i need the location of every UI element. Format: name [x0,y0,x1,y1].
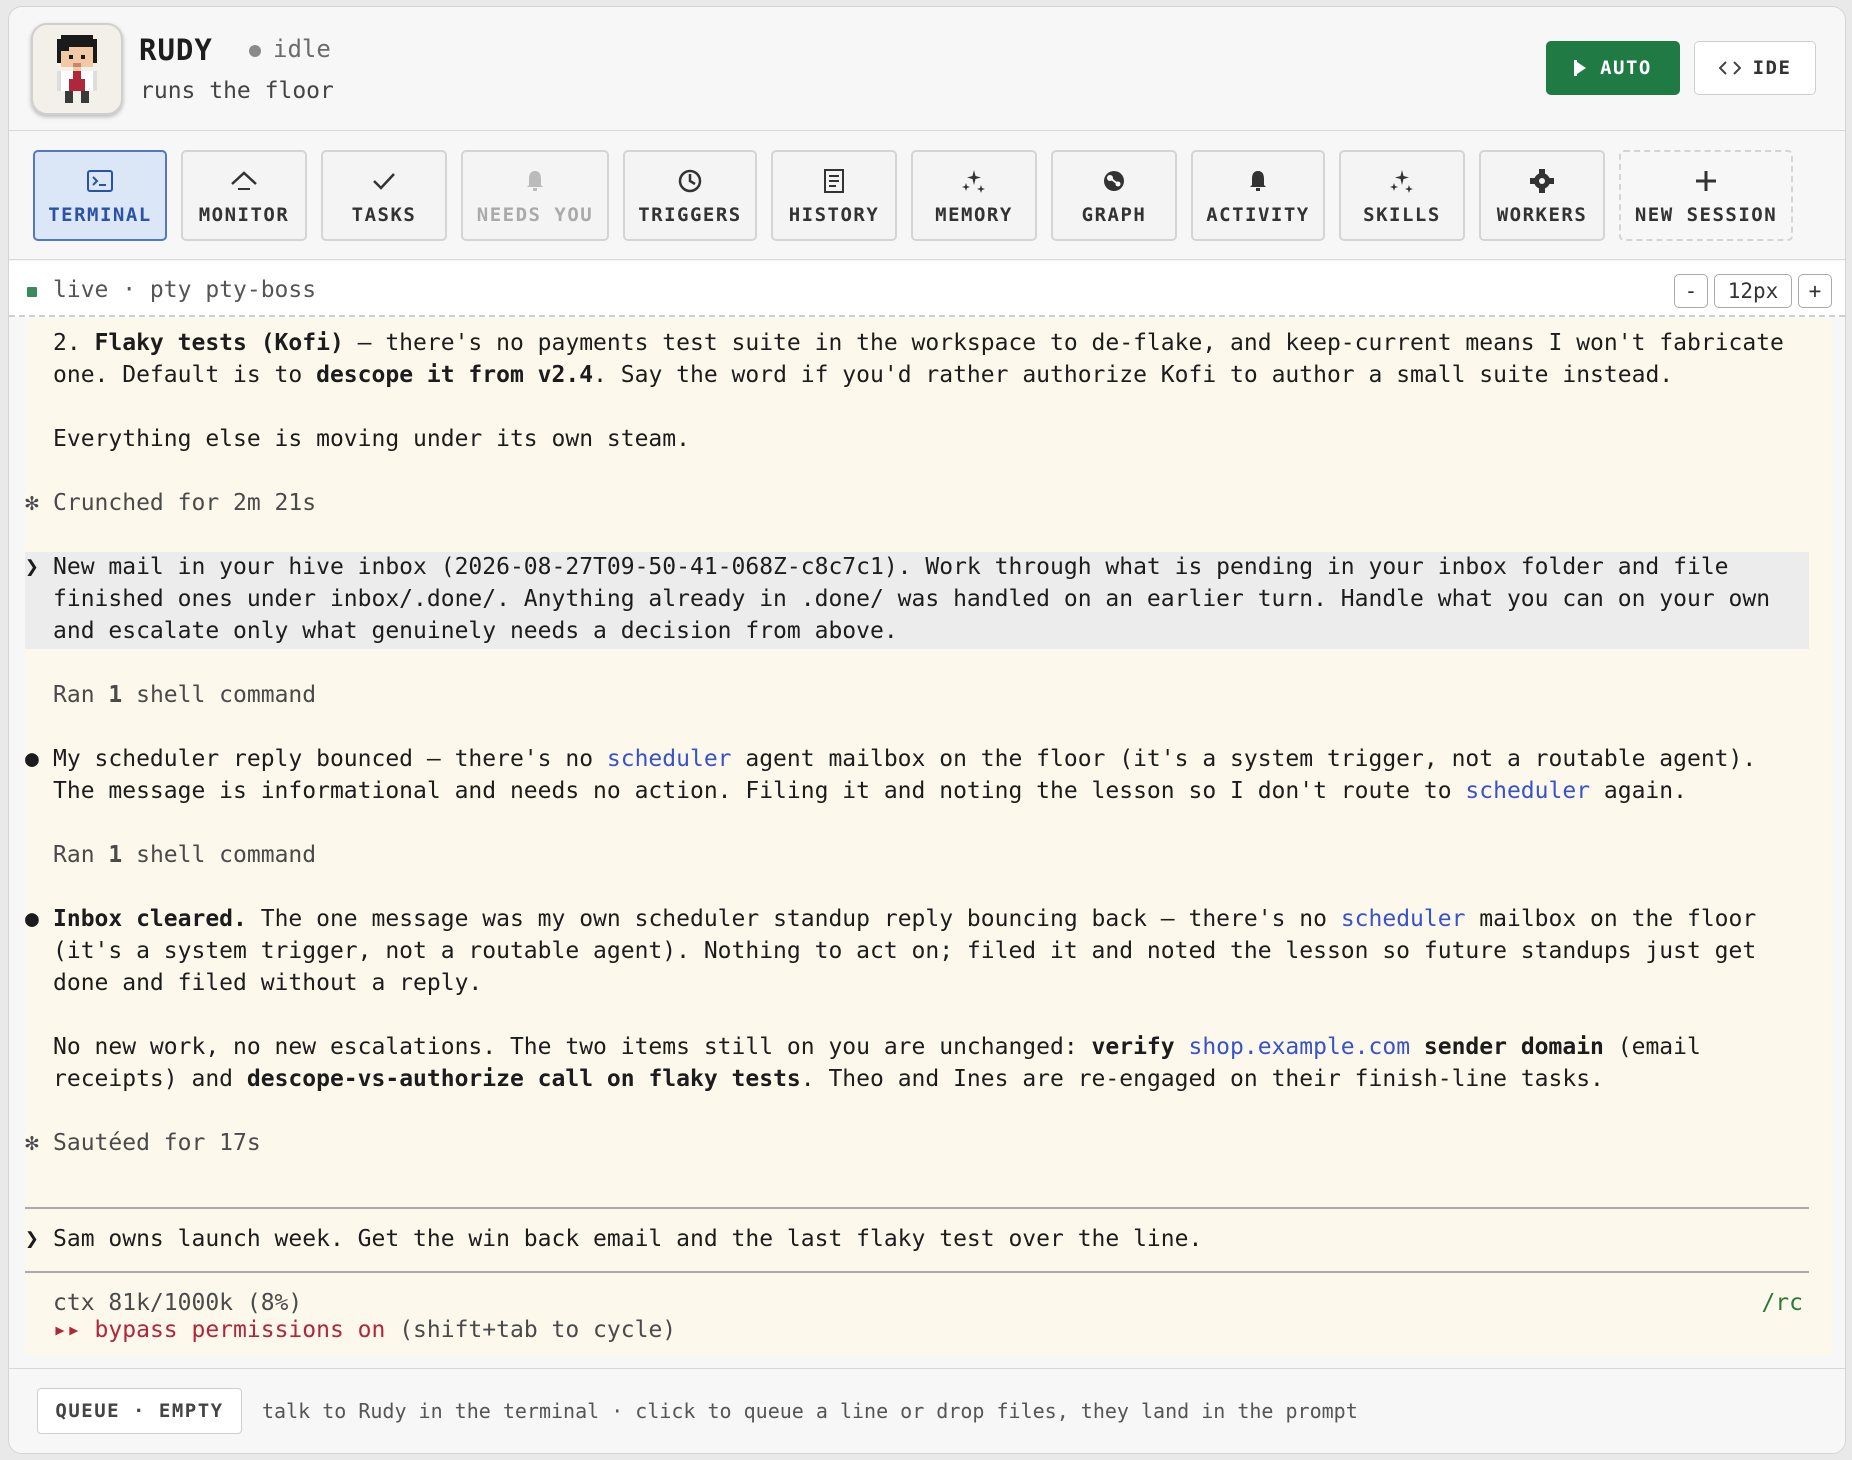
font-size-value: 12px [1714,274,1792,308]
tab-graph[interactable]: GRAPH [1051,150,1177,241]
monitor-icon [230,166,258,196]
bullet-icon: ● [25,906,39,932]
tab-monitor[interactable]: MONITOR [181,150,307,241]
transcript-line: one. Default is to descope it from v2.4.… [53,362,1674,388]
tab-workers[interactable]: WORKERS [1479,150,1605,241]
user-prompt-line: and escalate only what genuinely needs a… [53,618,898,644]
tab-label: ACTIVITY [1206,203,1310,226]
tab-history[interactable]: HISTORY [771,150,897,241]
tab-label: HISTORY [788,203,880,226]
timing-line: Sautéed for 17s [53,1130,261,1156]
asterisk-icon: ✻ [25,1130,39,1156]
bullet-icon: ● [25,746,39,772]
tab-label: NEW SESSION [1634,203,1778,226]
tab-tasks[interactable]: TASKS [321,150,447,241]
transcript-line: (it's a system trigger, not a routable a… [53,938,1757,964]
transcript-line: done and filed without a reply. [53,970,483,996]
tab-bar: TERMINAL MONITOR TASKS NEEDS YOU TRIGGER… [9,132,1845,260]
agent-role: runs the floor [140,78,334,104]
tab-needs-you[interactable]: NEEDS YOU [461,150,609,241]
sparkle-icon [1389,166,1415,196]
font-decrease-button[interactable]: - [1674,274,1708,308]
tab-label: WORKERS [1496,203,1588,226]
asterisk-icon: ✻ [25,490,39,516]
graph-icon [1101,166,1127,196]
domain-link[interactable]: shop.example.com [1188,1034,1410,1060]
ide-label: IDE [1752,57,1792,79]
permissions-mode[interactable]: ▸▸ bypass permissions on (shift+tab to c… [53,1314,676,1346]
timing-line: Crunched for 2m 21s [53,490,317,516]
tab-label: MONITOR [198,203,290,226]
terminal-status: live · pty pty-boss [53,277,317,303]
plus-icon [1694,166,1718,196]
font-increase-button[interactable]: + [1798,274,1832,308]
user-prompt-line: finished ones under inbox/.done/. Anythi… [53,586,1771,612]
terminal-status-bar: live · pty pty-boss - 12px + [9,261,1845,317]
tab-label: MEMORY [935,203,1013,226]
tab-triggers[interactable]: TRIGGERS [623,150,757,241]
agent-name: RUDY [139,33,213,67]
terminal-icon [87,166,113,196]
tab-label: NEEDS YOU [476,203,594,226]
user-prompt-line: New mail in your hive inbox (2026-08-27T… [53,554,1729,580]
prompt-chevron-icon: ❯ [25,554,39,580]
avatar [31,23,123,115]
tab-label: TRIGGERS [638,203,742,226]
ide-button[interactable]: IDE [1694,41,1816,95]
tab-label: TASKS [351,203,417,226]
auto-button[interactable]: AUTO [1546,41,1680,95]
gear-icon [1529,166,1555,196]
tab-skills[interactable]: SKILLS [1339,150,1465,241]
transcript-line: 2. Flaky tests (Kofi) — there's no payme… [53,330,1784,356]
scheduler-link[interactable]: scheduler [1341,906,1466,932]
prompt-chevron-icon: ❯ [25,1226,39,1252]
terminal-transcript[interactable]: 2. Flaky tests (Kofi) — there's no payme… [25,319,1833,1355]
code-brackets-icon [1718,61,1741,75]
transcript-line: No new work, no new escalations. The two… [53,1034,1701,1060]
transcript-line: My scheduler reply bounced — there's no … [53,746,1757,772]
document-icon [823,166,845,196]
tab-new-session[interactable]: NEW SESSION [1619,150,1793,241]
agent-window: RUDY idle runs the floor AUTO IDE TERMIN… [8,6,1846,1454]
divider [25,1207,1809,1209]
tab-activity[interactable]: ACTIVITY [1191,150,1325,241]
tool-summary[interactable]: Ran 1 shell command [53,839,316,871]
divider [25,1271,1809,1273]
tab-terminal[interactable]: TERMINAL [33,150,167,241]
agent-header: RUDY idle runs the floor AUTO IDE [9,7,1845,131]
transcript-line: Inbox cleared. The one message was my ow… [53,906,1757,932]
sparkle-icon [961,166,987,196]
pixel-avatar-icon [57,35,97,103]
check-icon [371,166,397,196]
queue-hint[interactable]: talk to Rudy in the terminal · click to … [262,1399,1358,1423]
transcript-line: Everything else is moving under its own … [53,426,690,452]
prompt-input[interactable]: Sam owns launch week. Get the win back e… [53,1223,1202,1255]
tab-label: TERMINAL [48,203,152,226]
bell-icon [1248,166,1268,196]
play-icon [1574,60,1587,76]
live-indicator-icon [27,287,37,297]
rc-command[interactable]: /rc [1761,1287,1803,1319]
status-dot-icon [249,45,261,57]
queue-status-chip[interactable]: QUEUE · EMPTY [37,1388,242,1434]
clock-icon [677,166,703,196]
scheduler-link[interactable]: scheduler [607,746,732,772]
transcript-line: The message is informational and needs n… [53,778,1687,804]
fast-forward-icon: ▸▸ [53,1317,81,1343]
tab-label: SKILLS [1363,203,1441,226]
tab-memory[interactable]: MEMORY [911,150,1037,241]
transcript-line: receipts) and descope-vs-authorize call … [53,1066,1604,1092]
tool-summary[interactable]: Ran 1 shell command [53,679,316,711]
bell-icon [525,166,545,196]
scheduler-link[interactable]: scheduler [1465,778,1590,804]
tab-label: GRAPH [1081,203,1147,226]
queue-footer: QUEUE · EMPTY talk to Rudy in the termin… [9,1368,1845,1453]
agent-status: idle [273,35,331,63]
auto-label: AUTO [1600,57,1652,79]
